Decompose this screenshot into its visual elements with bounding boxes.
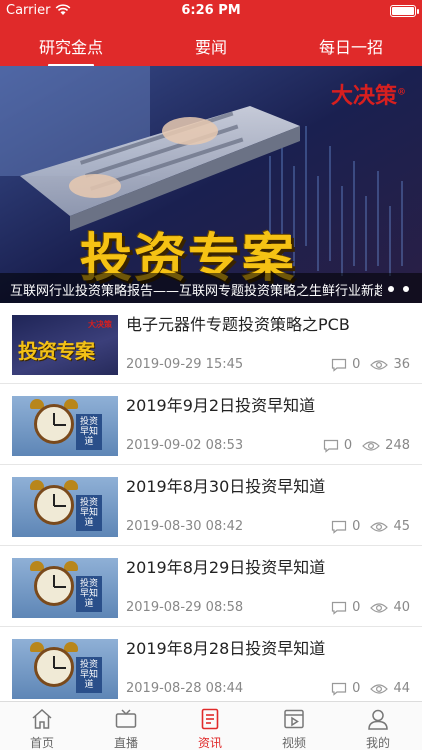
- eye-icon: [362, 440, 381, 451]
- news-stats: 0 40: [331, 600, 410, 615]
- view-count: 44: [393, 681, 410, 696]
- comment-icon: [332, 358, 347, 372]
- view-count: 40: [393, 600, 410, 615]
- tab-research[interactable]: 研究金点: [16, 34, 126, 67]
- view-count: 45: [393, 519, 410, 534]
- news-item[interactable]: 投资 早知道 2019年8月29日投资早知道 2019-08-29 08:58 …: [0, 546, 422, 627]
- clock-time: 6:26 PM: [181, 3, 241, 18]
- view-count: 36: [393, 357, 410, 372]
- carousel-indicator-2[interactable]: [403, 286, 409, 292]
- banner-caption: 互联网行业投资策略报告——互联网专题投资策略之生鲜行业新趋势: [10, 284, 382, 299]
- comment-count: 0: [352, 600, 361, 615]
- news-date: 2019-08-29 08:58: [126, 600, 244, 615]
- home-icon: [32, 708, 52, 729]
- news-stats: 0 45: [331, 519, 410, 534]
- news-stats: 0 36: [331, 357, 410, 372]
- eye-icon: [370, 521, 389, 532]
- comment-icon: [332, 682, 347, 696]
- comment-count: 0: [352, 681, 361, 696]
- comment-icon: [332, 601, 347, 615]
- news-title: 电子元器件专题投资策略之PCB: [126, 315, 350, 334]
- user-icon: [368, 709, 388, 730]
- tv-icon: [115, 709, 137, 728]
- news-thumbnail: 投资 早知道: [12, 477, 118, 537]
- battery-icon: [390, 5, 419, 17]
- news-thumbnail: 投资 早知道: [12, 396, 118, 456]
- comment-count: 0: [343, 438, 353, 453]
- news-item[interactable]: 大决策 投资专案 电子元器件专题投资策略之PCB 2019-09-29 15:4…: [0, 303, 422, 384]
- news-item[interactable]: 投资 早知道 2019年8月28日投资早知道 2019-08-28 08:44 …: [0, 627, 422, 708]
- bottom-tab-news[interactable]: 资讯: [168, 702, 252, 750]
- video-icon: [284, 709, 304, 729]
- document-icon: [201, 708, 219, 730]
- tab-news[interactable]: 要闻: [156, 34, 266, 58]
- bottom-tab-video[interactable]: 视频: [252, 702, 336, 750]
- news-thumbnail: 投资 早知道: [12, 639, 118, 699]
- eye-icon: [370, 359, 389, 370]
- news-title: 2019年8月30日投资早知道: [126, 477, 326, 496]
- banner-caption-bar: 互联网行业投资策略报告——互联网专题投资策略之生鲜行业新趋势: [0, 273, 422, 303]
- news-title: 2019年9月2日投资早知道: [126, 396, 316, 415]
- news-date: 2019-09-29 15:45: [126, 357, 244, 372]
- news-stats: 0 248: [323, 438, 410, 453]
- bottom-tab-home[interactable]: 首页: [0, 702, 84, 750]
- news-date: 2019-08-28 08:44: [126, 681, 244, 696]
- view-count: 248: [385, 438, 410, 453]
- eye-icon: [370, 683, 389, 694]
- top-tab-bar: 研究金点 要闻 每日一招: [0, 22, 422, 67]
- news-thumbnail: 大决策 投资专案: [12, 315, 118, 375]
- news-date: 2019-08-30 08:42: [126, 519, 244, 534]
- comment-count: 0: [352, 519, 361, 534]
- brand-logo: 大决策®: [330, 83, 406, 109]
- comment-icon: [332, 520, 347, 534]
- news-date: 2019-09-02 08:53: [126, 438, 244, 453]
- carousel-indicator-1[interactable]: [388, 286, 394, 292]
- bottom-tab-profile[interactable]: 我的: [336, 702, 420, 750]
- comment-count: 0: [352, 357, 361, 372]
- news-item[interactable]: 投资 早知道 2019年8月30日投资早知道 2019-08-30 08:42 …: [0, 465, 422, 546]
- news-title: 2019年8月29日投资早知道: [126, 558, 326, 577]
- news-title: 2019年8月28日投资早知道: [126, 639, 326, 658]
- comment-icon: [323, 439, 338, 453]
- bottom-tab-live[interactable]: 直播: [84, 702, 168, 750]
- banner-carousel[interactable]: 大决策® 投资专案 互联网行业投资策略报告——互联网专题投资策略之生鲜行业新趋势: [0, 66, 422, 303]
- news-item[interactable]: 投资 早知道 2019年9月2日投资早知道 2019-09-02 08:53 0…: [0, 384, 422, 465]
- eye-icon: [370, 602, 389, 613]
- status-bar: Carrier 6:26 PM: [0, 0, 422, 22]
- news-stats: 0 44: [331, 681, 410, 696]
- news-thumbnail: 投资 早知道: [12, 558, 118, 618]
- bottom-tab-bar: 首页 直播 资讯 视频 我的: [0, 701, 422, 750]
- tab-daily-tip[interactable]: 每日一招: [296, 34, 406, 58]
